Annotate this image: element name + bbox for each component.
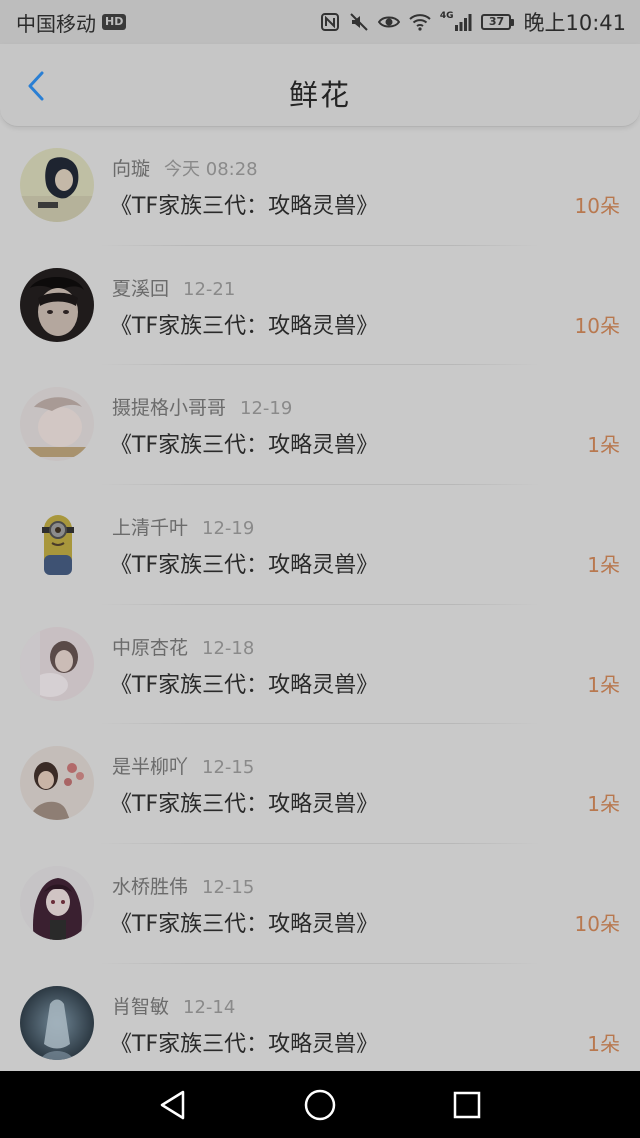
list-item[interactable]: 是半柳吖 12-15 《TF家族三代：攻略灵兽》 1朵 [0,724,640,844]
triangle-back-icon [161,1090,185,1119]
carrier-name: 中国移动 [16,11,96,36]
gift-time: 12-21 [183,278,236,300]
flower-count: 10朵 [574,194,620,218]
avatar-blue-ghost-icon [20,985,94,1060]
avatar[interactable] [20,387,94,462]
flower-count: 1朵 [587,792,620,817]
avatar-boy-face-icon [20,267,94,342]
avatar-minion-icon [20,507,94,582]
nfc-icon [320,12,340,32]
book-title[interactable]: 《TF家族三代：攻略灵兽》 [110,667,378,699]
wifi-icon [409,12,431,32]
flower-count: 10朵 [574,912,620,937]
flower-count: 1朵 [587,1031,620,1056]
screen: 中国移动 HD 4G 37 晚上10:41 鲜花 向璇 今天 08:28 《TF… [0,0,640,1138]
flower-gift-list[interactable]: 向璇 今天 08:28 《TF家族三代：攻略灵兽》 10朵 夏溪回 12-21 《T… [0,126,640,1071]
list-item[interactable]: 肖智敏 12-14 《TF家族三代：攻略灵兽》 1朵 [0,964,640,1071]
list-item[interactable]: 夏溪回 12-21 《TF家族三代：攻略灵兽》 10朵 [0,246,640,366]
status-clock: 晚上10:41 [523,11,626,35]
user-name: 中原杏花 [112,636,189,659]
list-item[interactable]: 中原杏花 12-18 《TF家族三代：攻略灵兽》 1朵 [0,605,640,725]
network-type: 4G [439,11,454,21]
user-name-row: 是半柳吖 12-15 [112,752,254,779]
avatar-girl-light-icon [20,626,94,701]
flower-count: 1朵 [587,553,620,578]
user-name-row: 水桥胜伟 12-15 [112,872,254,899]
gift-time: 12-15 [202,757,255,779]
battery-icon: 37 [481,14,515,30]
avatar-anime-girl-icon [20,866,94,941]
avatar[interactable] [20,866,94,941]
user-name-row: 摄提格小哥哥 12-19 [112,393,292,420]
system-back-button[interactable] [153,1085,193,1125]
user-name-row: 肖智敏 12-14 [112,992,235,1019]
book-title[interactable]: 《TF家族三代：攻略灵兽》 [110,308,378,340]
user-name: 肖智敏 [112,995,170,1018]
status-right: 4G 37 晚上10:41 [320,7,626,37]
avatar-blurred-face-icon [20,387,94,462]
user-name: 是半柳吖 [112,756,189,779]
flower-count: 1朵 [587,672,620,697]
page-title: 鲜花 [288,78,351,112]
gift-time: 今天 08:28 [164,159,258,180]
nav-bar: 鲜花 [0,44,640,127]
user-name-row: 中原杏花 12-18 [112,633,254,660]
gift-time: 12-18 [202,637,255,659]
book-title[interactable]: 《TF家族三代：攻略灵兽》 [110,547,378,579]
book-title[interactable]: 《TF家族三代：攻略灵兽》 [110,427,378,459]
system-recents-button[interactable] [447,1085,487,1125]
circle-home-icon [304,1089,336,1120]
flower-count: 1朵 [587,433,620,458]
signal-icon: 4G [440,12,473,32]
user-name: 水桥胜伟 [112,876,189,899]
avatar-girl-flowers-icon [20,746,94,821]
user-name: 上清千叶 [112,517,189,540]
avatar[interactable] [20,148,94,222]
system-home-button[interactable] [300,1085,340,1125]
list-item[interactable]: 水桥胜伟 12-15 《TF家族三代：攻略灵兽》 10朵 [0,844,640,964]
user-name-row: 向璇 今天 08:28 [112,154,258,181]
eye-icon [377,12,400,32]
user-name: 夏溪回 [112,277,170,300]
gift-time: 12-19 [202,518,255,540]
battery-level: 37 [481,14,512,30]
user-name: 摄提格小哥哥 [112,397,227,420]
avatar[interactable] [20,626,94,701]
avatar[interactable] [20,507,94,582]
battery-tip [511,18,515,26]
gift-time: 12-15 [202,877,255,899]
avatar[interactable] [20,746,94,821]
avatar[interactable] [20,267,94,342]
list-item[interactable]: 摄提格小哥哥 12-19 《TF家族三代：攻略灵兽》 1朵 [0,365,640,485]
book-title[interactable]: 《TF家族三代：攻略灵兽》 [110,1026,378,1058]
gift-time: 12-19 [240,398,293,420]
square-recents-icon [453,1091,480,1118]
status-left: 中国移动 HD [16,8,127,37]
gift-time: 12-14 [183,996,236,1018]
hd-badge: HD [102,14,127,30]
user-name: 向璇 [112,158,151,180]
book-title[interactable]: 《TF家族三代：攻略灵兽》 [110,188,378,220]
flower-count: 10朵 [574,313,620,338]
status-bar: 中国移动 HD 4G 37 晚上10:41 [0,0,640,44]
book-title[interactable]: 《TF家族三代：攻略灵兽》 [110,906,378,938]
list-item[interactable]: 上清千叶 12-19 《TF家族三代：攻略灵兽》 1朵 [0,485,640,605]
user-name-row: 夏溪回 12-21 [112,274,235,301]
list-item[interactable]: 向璇 今天 08:28 《TF家族三代：攻略灵兽》 10朵 [0,126,640,246]
mute-icon [349,12,369,32]
user-name-row: 上清千叶 12-19 [112,513,254,540]
avatar-girl-dark-hair-icon [20,148,94,222]
avatar[interactable] [20,985,94,1060]
book-title[interactable]: 《TF家族三代：攻略灵兽》 [110,786,378,818]
system-nav-bar [0,1071,640,1138]
